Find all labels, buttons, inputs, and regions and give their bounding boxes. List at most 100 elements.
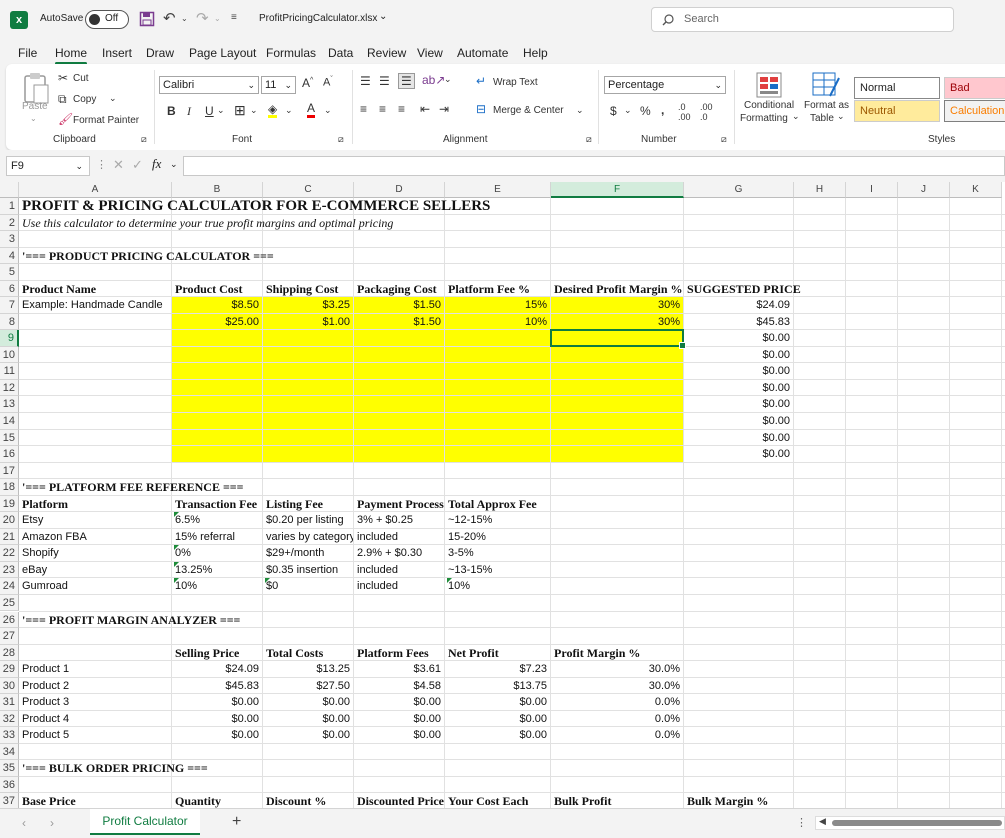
- merge-center-button[interactable]: Merge & Center: [493, 105, 564, 116]
- align-right-icon[interactable]: ≡: [398, 102, 405, 116]
- align-top-icon[interactable]: ☰: [360, 74, 371, 88]
- cell-b23[interactable]: 13.25%: [173, 561, 212, 578]
- cell-b24[interactable]: 10%: [173, 578, 197, 594]
- worksheet-grid[interactable]: A B C D E F G H I J K 1 2 3 4 5 6 7 8 9 10 11 12 13 14 15 16 17 18 19…: [0, 182, 1005, 808]
- cell-c20[interactable]: $0.20 per listing: [266, 512, 344, 528]
- cell-c22[interactable]: $29+/month: [266, 545, 324, 561]
- cell-a22[interactable]: Shopify: [22, 545, 59, 561]
- cell-c32[interactable]: $0.00: [265, 711, 350, 727]
- cell-a2[interactable]: Use this calculator to determine your tr…: [22, 215, 393, 231]
- underline-dropdown-icon[interactable]: ⌄: [217, 105, 225, 116]
- cell-g6[interactable]: SUGGESTED PRICE: [687, 281, 801, 297]
- row-header-6[interactable]: 6: [0, 280, 19, 298]
- horizontal-scrollbar[interactable]: ◀: [815, 816, 1005, 830]
- row-header-37[interactable]: 37: [0, 793, 19, 808]
- column-header-i[interactable]: I: [846, 182, 898, 198]
- copy-label[interactable]: Copy: [73, 94, 96, 105]
- copy-icon[interactable]: ⧉: [58, 92, 67, 107]
- row-header-32[interactable]: 32: [0, 710, 19, 728]
- cell-a37[interactable]: Base Price: [22, 793, 76, 808]
- column-header-g[interactable]: G: [684, 182, 794, 198]
- cell-e33[interactable]: $0.00: [447, 727, 547, 743]
- cell-b8[interactable]: $25.00: [174, 314, 259, 330]
- menu-view[interactable]: View: [417, 46, 443, 60]
- cell-c19[interactable]: Listing Fee: [266, 496, 323, 512]
- row-header-33[interactable]: 33: [0, 727, 19, 744]
- increase-font-icon[interactable]: A^: [302, 76, 313, 90]
- horizontal-scroll-thumb[interactable]: [832, 820, 1002, 826]
- insert-function-icon[interactable]: fx: [152, 156, 161, 172]
- wrap-text-button[interactable]: Wrap Text: [493, 77, 538, 88]
- cell-a19[interactable]: Platform: [22, 496, 68, 512]
- column-header-k[interactable]: K: [950, 182, 1002, 198]
- cell-a20[interactable]: Etsy: [22, 512, 43, 528]
- conditional-formatting-icon[interactable]: [756, 72, 782, 98]
- cell-d20[interactable]: 3% + $0.25: [357, 512, 413, 528]
- autosave-toggle[interactable]: Off: [85, 10, 129, 29]
- confirm-entry-icon[interactable]: ✓: [132, 157, 143, 173]
- cell-e29[interactable]: $7.23: [447, 661, 547, 677]
- italic-icon[interactable]: I: [187, 104, 191, 119]
- row-header-10[interactable]: 10: [0, 346, 19, 364]
- font-color-icon[interactable]: A: [307, 102, 316, 118]
- fill-color-icon[interactable]: ◈: [268, 103, 278, 118]
- cell-g8[interactable]: $45.83: [686, 314, 790, 330]
- cancel-entry-icon[interactable]: ✕: [113, 157, 124, 173]
- cell-b21[interactable]: 15% referral: [175, 529, 235, 545]
- undo-dropdown-icon[interactable]: ⌄: [181, 14, 188, 23]
- row-header-22[interactable]: 22: [0, 545, 19, 562]
- menu-draw[interactable]: Draw: [146, 46, 174, 60]
- cell-c29[interactable]: $13.25: [265, 661, 350, 677]
- cell-c7[interactable]: $3.25: [265, 297, 350, 313]
- font-size-select[interactable]: 11 ⌄: [261, 76, 296, 94]
- row-header-24[interactable]: 24: [0, 578, 19, 595]
- filename-chevron-icon[interactable]: ⌄: [379, 11, 387, 22]
- cell-g7[interactable]: $24.09: [686, 297, 790, 313]
- row-header-18[interactable]: 18: [0, 479, 19, 496]
- row-header-34[interactable]: 34: [0, 743, 19, 761]
- cell-f33[interactable]: 0.0%: [553, 727, 680, 743]
- conditional-formatting-dropdown-icon[interactable]: ⌄: [792, 111, 800, 122]
- prev-sheet-icon[interactable]: ‹: [22, 816, 26, 830]
- cell-a24[interactable]: Gumroad: [22, 578, 68, 594]
- cell-b19[interactable]: Transaction Fee: [175, 496, 262, 512]
- cell-a35[interactable]: '=== BULK ORDER PRICING ===: [22, 760, 208, 776]
- row-header-20[interactable]: 20: [0, 512, 19, 529]
- cell-d6[interactable]: Packaging Cost: [357, 281, 437, 297]
- align-middle-icon[interactable]: ☰: [379, 74, 390, 88]
- increase-indent-icon[interactable]: ⇥: [439, 102, 449, 116]
- cell-d33[interactable]: $0.00: [356, 727, 441, 743]
- decrease-font-icon[interactable]: Aˇ: [323, 76, 333, 89]
- row-header-9[interactable]: 9: [0, 330, 19, 347]
- row-header-7[interactable]: 7: [0, 297, 19, 314]
- cell-a23[interactable]: eBay: [22, 562, 47, 578]
- select-all-corner[interactable]: [0, 182, 19, 198]
- row-header-29[interactable]: 29: [0, 661, 19, 678]
- menu-formulas[interactable]: Formulas: [266, 46, 316, 60]
- save-icon[interactable]: [139, 11, 155, 27]
- paste-icon[interactable]: [22, 71, 50, 105]
- format-as-table-icon[interactable]: [812, 72, 840, 98]
- cell-c24[interactable]: $0: [264, 578, 278, 594]
- row-header-13[interactable]: 13: [0, 396, 19, 413]
- row-header-1[interactable]: 1: [0, 198, 19, 215]
- cell-d21[interactable]: included: [357, 529, 398, 545]
- orientation-dropdown-icon[interactable]: ⌄: [444, 74, 452, 85]
- cell-d37[interactable]: Discounted Price: [357, 793, 444, 808]
- cell-a1[interactable]: PROFIT & PRICING CALCULATOR FOR E-COMMER…: [22, 197, 490, 215]
- merge-center-icon[interactable]: ⊟: [476, 102, 486, 116]
- underline-icon[interactable]: U: [205, 104, 214, 118]
- cell-e22[interactable]: 3-5%: [448, 545, 474, 561]
- cell-f8[interactable]: 30%: [553, 314, 680, 330]
- row-header-2[interactable]: 2: [0, 214, 19, 232]
- next-sheet-icon[interactable]: ›: [50, 816, 54, 830]
- row-header-11[interactable]: 11: [0, 363, 19, 380]
- conditional-formatting-button[interactable]: Conditional: [744, 100, 794, 111]
- cell-f30[interactable]: 30.0%: [553, 678, 680, 694]
- cell-f29[interactable]: 30.0%: [553, 661, 680, 677]
- cell-b33[interactable]: $0.00: [174, 727, 259, 743]
- menu-review[interactable]: Review: [367, 46, 406, 60]
- conditional-formatting-button-line2[interactable]: Formatting: [740, 113, 788, 124]
- row-header-27[interactable]: 27: [0, 628, 19, 645]
- row-header-3[interactable]: 3: [0, 231, 19, 248]
